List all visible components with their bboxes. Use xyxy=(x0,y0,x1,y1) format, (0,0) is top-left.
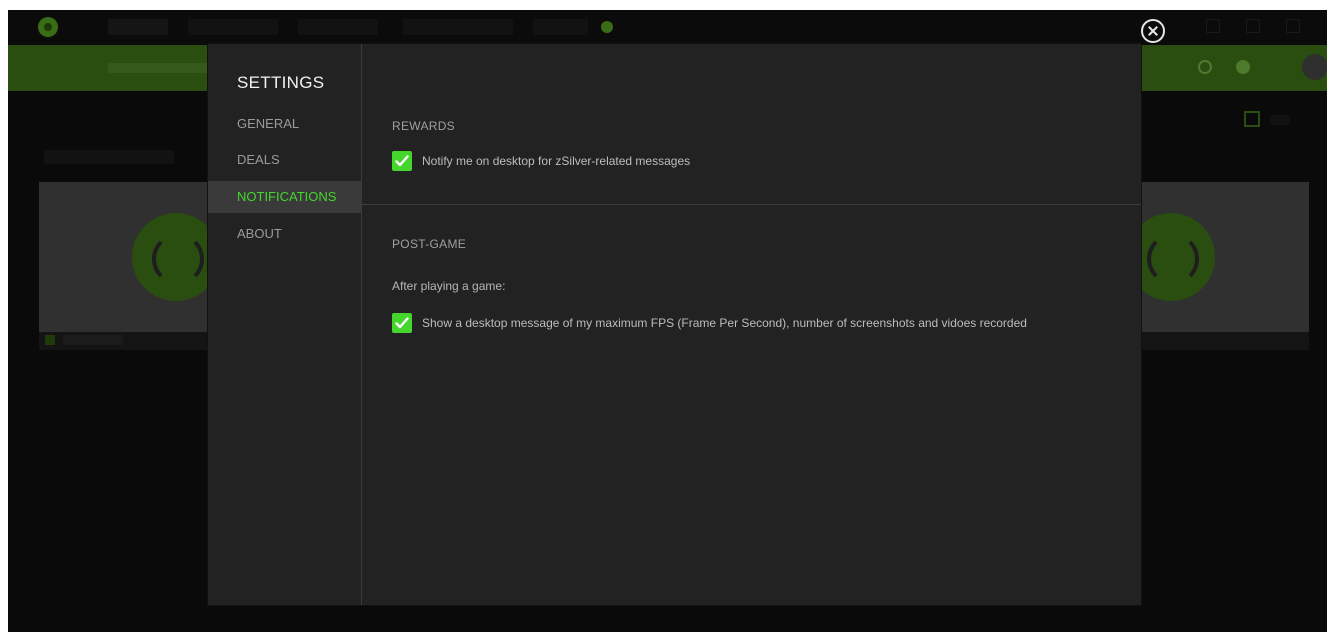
card-label xyxy=(63,335,123,345)
settings-sidebar: SETTINGS GENERAL DEALS NOTIFICATIONS ABO… xyxy=(208,44,362,605)
window-close-icon xyxy=(1286,19,1300,33)
post-game-message-label: Show a desktop message of my maximum FPS… xyxy=(422,316,1027,330)
settings-dialog: SETTINGS GENERAL DEALS NOTIFICATIONS ABO… xyxy=(207,43,1142,606)
header-text xyxy=(108,63,218,73)
top-tab-2 xyxy=(188,19,278,35)
post-game-intro: After playing a game: xyxy=(392,279,506,293)
info-icon xyxy=(1236,60,1250,74)
search-icon xyxy=(1198,60,1212,74)
post-game-message-option[interactable]: Show a desktop message of my maximum FPS… xyxy=(392,313,1027,333)
app-logo-icon xyxy=(38,17,58,37)
top-tab-5 xyxy=(533,19,588,35)
section-divider xyxy=(362,204,1141,205)
top-tab-3 xyxy=(298,19,378,35)
post-game-section-title: POST-GAME xyxy=(392,237,467,251)
notification-dot-icon xyxy=(601,21,613,33)
checkmark-icon xyxy=(395,317,409,329)
nav-item-deals[interactable]: DEALS xyxy=(208,144,361,176)
notifications-panel: REWARDS Notify me on desktop for zSilver… xyxy=(362,44,1141,605)
rewards-notify-option[interactable]: Notify me on desktop for zSilver-related… xyxy=(392,151,690,171)
app-top-bar xyxy=(8,10,1327,45)
rewards-notify-label: Notify me on desktop for zSilver-related… xyxy=(422,154,691,168)
top-tab-1 xyxy=(108,19,168,35)
section-heading xyxy=(44,150,174,164)
nav-item-general[interactable]: GENERAL xyxy=(208,108,361,140)
nav-item-notifications[interactable]: NOTIFICATIONS xyxy=(208,181,361,213)
avatar xyxy=(1302,54,1327,80)
close-icon[interactable] xyxy=(1141,19,1165,43)
top-tab-4 xyxy=(403,19,513,35)
grid-view-icon xyxy=(1244,111,1260,127)
rewards-notify-checkbox[interactable] xyxy=(392,151,412,171)
post-game-message-checkbox[interactable] xyxy=(392,313,412,333)
card-check-icon xyxy=(45,335,55,345)
rewards-section-title: REWARDS xyxy=(392,119,455,133)
nav-item-about[interactable]: ABOUT xyxy=(208,218,361,250)
checkmark-icon xyxy=(395,155,409,167)
maximize-icon xyxy=(1246,19,1260,33)
settings-title: SETTINGS xyxy=(237,73,325,92)
minimize-icon xyxy=(1206,19,1220,33)
list-view-icon xyxy=(1270,115,1290,125)
